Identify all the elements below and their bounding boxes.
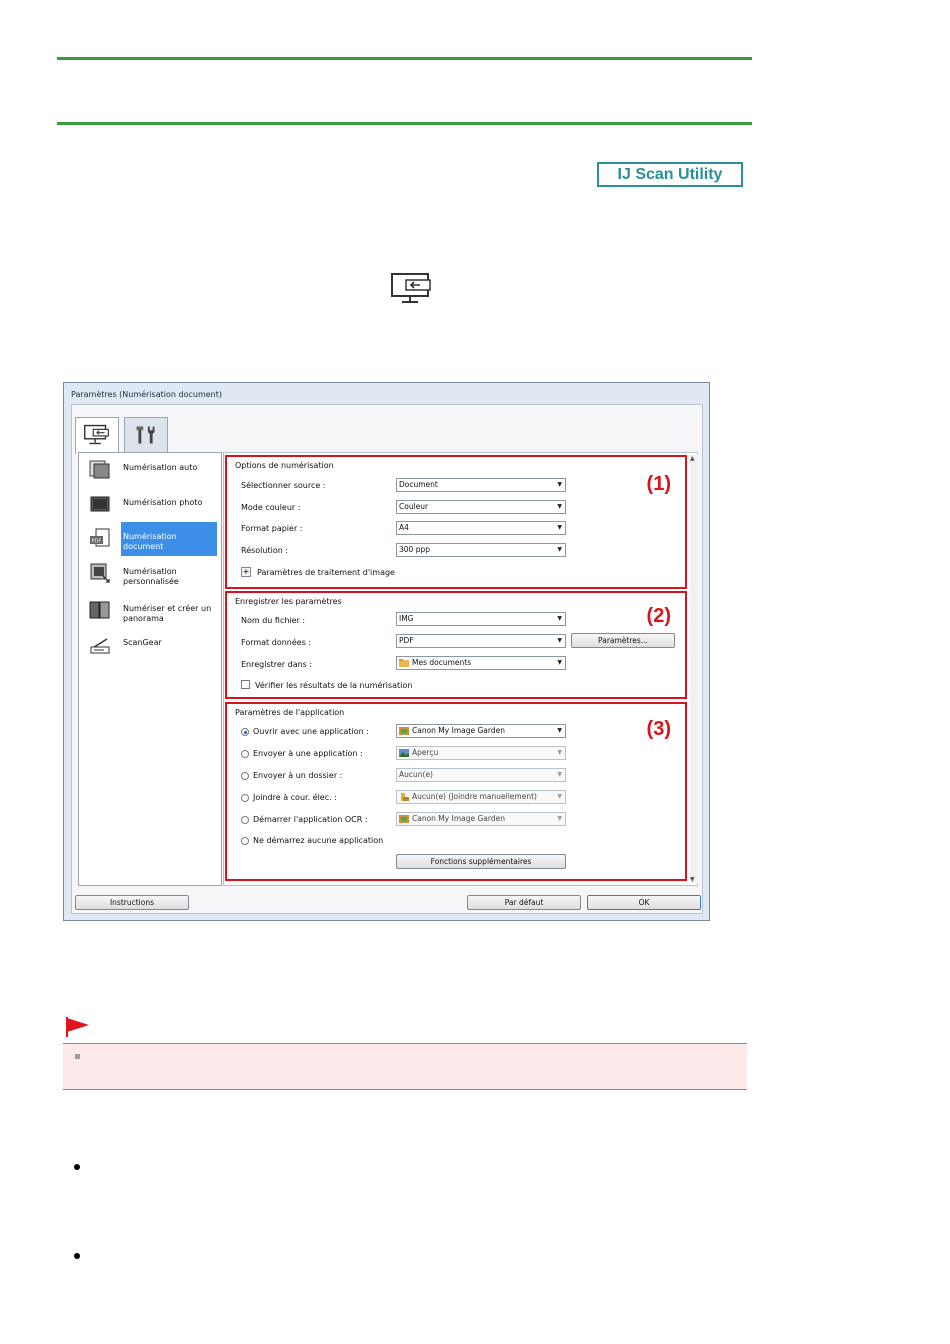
sidebar-item-custom-scan[interactable]: Numérisation personnalisée: [79, 557, 221, 591]
send-to-app-select[interactable]: Aperçu ▼: [396, 746, 566, 760]
group-legend: Paramètres de l'application: [235, 708, 345, 717]
custom-scan-icon: [90, 563, 110, 583]
attach-email-radio[interactable]: [241, 794, 249, 802]
photo-scan-icon: [90, 496, 110, 512]
header-bottom-rule: [57, 122, 752, 125]
note-bullet: [75, 1054, 80, 1059]
color-mode-label: Mode couleur :: [241, 503, 301, 512]
important-note-box: [63, 1043, 747, 1090]
more-functions-button[interactable]: Fonctions supplémentaires: [396, 854, 566, 869]
application-settings-group: Paramètres de l'application (3) Ouvrir a…: [225, 702, 687, 881]
scan-options-group: Options de numérisation (1) Sélectionner…: [225, 455, 687, 589]
ok-button[interactable]: OK: [587, 895, 701, 910]
document-scan-icon: PDF: [90, 528, 110, 547]
list-bullet: [74, 1164, 80, 1170]
start-ocr-label: Démarrer l'application OCR :: [253, 815, 368, 824]
panorama-icon: [89, 601, 110, 619]
mail-icon: [401, 793, 409, 801]
tab-scan-from-computer[interactable]: [75, 417, 119, 454]
save-in-label: Enregistrer dans :: [241, 660, 313, 669]
dialog-title: Paramètres (Numérisation document): [71, 390, 222, 399]
source-label: Sélectionner source :: [241, 481, 326, 490]
filename-label: Nom du fichier :: [241, 616, 306, 625]
sidebar-item-label: Numérisation personnalisée: [123, 567, 179, 586]
sidebar-item-photo-scan[interactable]: Numérisation photo: [79, 488, 221, 522]
scroll-down-arrow[interactable]: ▼: [690, 876, 695, 883]
tab-general-settings[interactable]: [124, 417, 168, 453]
auto-scan-icon: [89, 460, 110, 479]
ij-scan-utility-logo: IJ Scan Utility: [597, 162, 743, 187]
sidebar-item-label: Numérisation document: [121, 522, 217, 556]
send-to-app-label: Envoyer à une application :: [253, 749, 363, 758]
defaults-button[interactable]: Par défaut: [467, 895, 581, 910]
open-with-app-label: Ouvrir avec une application :: [253, 727, 369, 736]
open-with-app-radio[interactable]: [241, 728, 249, 736]
send-to-folder-label: Envoyer à un dossier :: [253, 771, 343, 780]
no-app-radio[interactable]: [241, 837, 249, 845]
list-bullet: [74, 1253, 80, 1259]
send-to-folder-radio[interactable]: [241, 772, 249, 780]
format-settings-button[interactable]: Paramètres...: [571, 633, 675, 648]
svg-text:PDF: PDF: [92, 539, 102, 545]
start-ocr-radio[interactable]: [241, 816, 249, 824]
send-to-folder-select[interactable]: Aucun(e) ▼: [396, 768, 566, 782]
sidebar-item-label: ScanGear: [123, 638, 162, 647]
callout-number: (3): [646, 718, 671, 740]
color-mode-select[interactable]: Couleur ▼: [396, 500, 566, 514]
sidebar-item-scangear[interactable]: ScanGear: [79, 628, 221, 662]
top-rule: [57, 57, 752, 60]
scan-mode-sidebar: Numérisation auto Numérisation photo PDF…: [78, 452, 222, 886]
scroll-up-arrow[interactable]: ▲: [690, 455, 695, 462]
folder-icon: [399, 659, 409, 667]
vertical-scrollbar[interactable]: ▲ ▼: [690, 455, 698, 883]
open-with-app-select[interactable]: Canon My Image Garden ▼: [396, 724, 566, 738]
scangear-icon: [90, 638, 110, 654]
sidebar-item-panorama[interactable]: Numériser et créer un panorama: [79, 594, 221, 628]
sidebar-item-document-scan[interactable]: PDF Numérisation document: [79, 522, 221, 556]
instructions-button[interactable]: Instructions: [75, 895, 189, 910]
attach-email-label: Joindre à cour. élec. :: [253, 793, 337, 802]
resolution-label: Résolution :: [241, 546, 289, 555]
resolution-select[interactable]: 300 ppp ▼: [396, 543, 566, 557]
source-select[interactable]: Document ▼: [396, 478, 566, 492]
preview-icon: [399, 749, 409, 757]
scan-from-computer-icon: [84, 424, 109, 445]
image-processing-label: Paramètres de traitement d'image: [257, 568, 395, 577]
callout-number: (2): [646, 605, 671, 627]
no-app-label: Ne démarrez aucune application: [253, 836, 384, 845]
tools-icon: [136, 426, 155, 444]
group-legend: Options de numérisation: [235, 461, 334, 470]
save-settings-group: Enregistrer les paramètres (2) Nom du fi…: [225, 591, 687, 699]
start-ocr-select[interactable]: Canon My Image Garden ▼: [396, 812, 566, 826]
data-format-label: Format données :: [241, 638, 312, 647]
sidebar-item-label: Numériser et créer un panorama: [123, 604, 212, 623]
image-garden-icon: [399, 727, 409, 735]
callout-number: (1): [646, 473, 671, 495]
sidebar-item-auto-scan[interactable]: Numérisation auto: [79, 453, 221, 487]
data-format-select[interactable]: PDF ▼: [396, 634, 566, 648]
scan-from-computer-icon: [391, 273, 431, 303]
sidebar-item-label: Numérisation photo: [123, 498, 203, 507]
paper-size-label: Format papier :: [241, 524, 303, 533]
group-legend: Enregistrer les paramètres: [235, 597, 342, 606]
paper-size-select[interactable]: A4 ▼: [396, 521, 566, 535]
attach-email-select[interactable]: Aucun(e) (Joindre manuellement) ▼: [396, 790, 566, 804]
settings-dialog: Paramètres (Numérisation document) Numér…: [63, 382, 710, 921]
dialog-body: Numérisation auto Numérisation photo PDF…: [71, 404, 703, 914]
important-flag-icon: [66, 1017, 89, 1037]
filename-input[interactable]: IMG ▼: [396, 612, 566, 626]
save-in-select[interactable]: Mes documents ▼: [396, 656, 566, 670]
verify-results-label: Vérifier les résultats de la numérisatio…: [255, 681, 413, 690]
send-to-app-radio[interactable]: [241, 750, 249, 758]
verify-results-checkbox[interactable]: [241, 680, 250, 689]
settings-content: ▲ ▼ Options de numérisation (1) Sélectio…: [223, 452, 698, 886]
image-garden-icon: [399, 815, 409, 823]
sidebar-item-label: Numérisation auto: [123, 463, 198, 472]
expand-image-processing-button[interactable]: +: [241, 567, 251, 577]
